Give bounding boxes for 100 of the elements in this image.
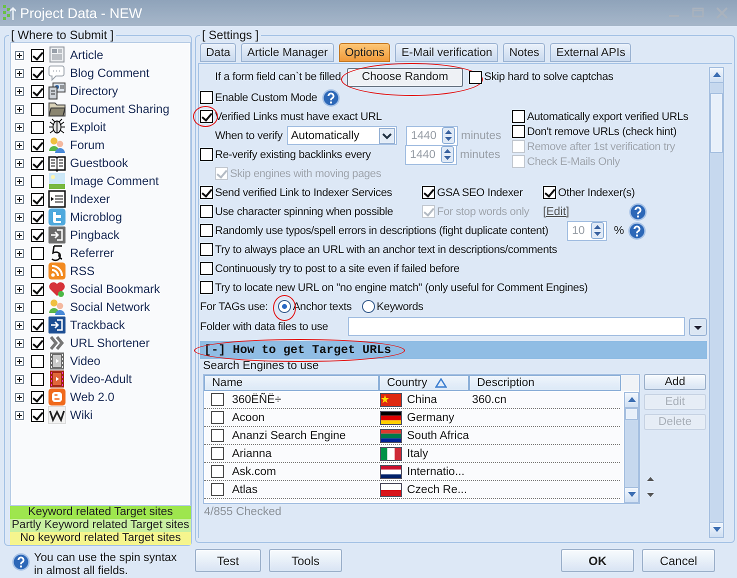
checkbox[interactable] — [200, 148, 213, 161]
tree-item[interactable]: Image Comment — [70, 174, 159, 188]
tree-item[interactable]: Referrer — [70, 246, 114, 260]
tree-item[interactable]: Video-Adult — [70, 372, 132, 386]
expand-icon[interactable] — [15, 410, 24, 420]
checkbox[interactable] — [31, 210, 44, 224]
checkbox[interactable] — [200, 110, 213, 123]
expand-icon[interactable] — [15, 230, 24, 240]
checkbox-label[interactable]: Re-verify existing backlinks every — [215, 148, 371, 160]
checkbox[interactable] — [422, 186, 435, 199]
radio-button[interactable] — [362, 300, 375, 313]
expand-icon[interactable] — [15, 104, 24, 114]
checkbox[interactable] — [31, 246, 44, 260]
expand-icon[interactable] — [15, 266, 24, 276]
tree-item[interactable]: Article — [70, 48, 104, 62]
checkbox[interactable] — [31, 120, 44, 134]
tree-item[interactable]: Indexer — [70, 192, 110, 206]
checkbox-label[interactable]: Randomly use typos/spell errors in descriptions (fight duplicate content) — [215, 224, 548, 236]
scrollbar[interactable] — [709, 67, 724, 538]
checkbox[interactable] — [211, 393, 224, 406]
checkbox[interactable] — [31, 282, 44, 296]
dialog-button[interactable]: Cancel — [642, 549, 715, 572]
checkbox[interactable] — [31, 300, 44, 314]
checkbox[interactable] — [31, 318, 44, 332]
checkbox[interactable] — [31, 390, 44, 404]
checkbox[interactable] — [200, 262, 213, 275]
help-icon[interactable] — [629, 203, 647, 221]
checkbox[interactable] — [200, 243, 213, 256]
checkbox[interactable] — [31, 84, 44, 98]
tab[interactable]: Data — [200, 43, 236, 62]
dropdown-button[interactable] — [689, 318, 707, 336]
checkbox-label[interactable]: Send verified Link to Indexer Services — [215, 186, 392, 198]
checkbox[interactable] — [211, 429, 224, 442]
expand-icon[interactable] — [15, 248, 24, 258]
expand-icon[interactable] — [15, 140, 24, 150]
checkbox-label[interactable]: Try to locate new URL on "no engine match" (only useful for Comment Engines) — [215, 282, 588, 294]
tree-item[interactable]: Forum — [70, 138, 105, 152]
tree-item[interactable]: Social Network — [70, 300, 150, 314]
tree-item[interactable]: Video — [70, 354, 100, 368]
tree-item[interactable]: RSS — [70, 264, 95, 278]
choose-button[interactable]: Choose Random — [346, 68, 464, 86]
tree-item[interactable]: Directory — [70, 84, 118, 98]
help-icon[interactable] — [628, 222, 646, 240]
tree-item[interactable]: Blog Comment — [70, 66, 150, 80]
checkbox-label[interactable]: Continuously try to post to a site even if failed before — [215, 262, 460, 274]
tree-item[interactable]: Social Bookmark — [70, 282, 160, 296]
checkbox[interactable] — [31, 408, 44, 422]
tree-item[interactable]: Trackback — [70, 318, 125, 332]
help-icon[interactable] — [322, 89, 340, 107]
checkbox-label[interactable]: Other Indexer(s) — [558, 186, 635, 198]
checkbox[interactable] — [31, 264, 44, 278]
checkbox[interactable] — [31, 372, 44, 386]
checkbox[interactable] — [512, 110, 525, 123]
checkbox[interactable] — [31, 354, 44, 368]
checkbox[interactable] — [200, 91, 213, 104]
checkbox-label[interactable]: Skip hard to solve captchas — [484, 71, 614, 83]
column-header[interactable]: Country — [379, 375, 469, 391]
table-button[interactable]: Add — [644, 374, 706, 390]
expand-icon[interactable] — [15, 212, 24, 222]
tree-item[interactable]: Guestbook — [70, 156, 128, 170]
expand-icon[interactable] — [15, 320, 24, 330]
checkbox[interactable] — [200, 186, 213, 199]
expand-icon[interactable] — [15, 158, 24, 168]
checkbox-label[interactable]: Automatically export verified URLs — [527, 110, 688, 122]
expand-icon[interactable] — [15, 194, 24, 204]
checkbox[interactable] — [31, 192, 44, 206]
dialog-button[interactable]: Test — [195, 549, 261, 572]
dialog-button[interactable]: Tools — [269, 549, 342, 572]
tab[interactable]: Options — [338, 43, 390, 62]
expand-icon[interactable] — [15, 176, 24, 186]
move-down-icon[interactable] — [646, 492, 655, 498]
expand-icon[interactable] — [15, 374, 24, 384]
expand-icon[interactable] — [15, 392, 24, 402]
checkbox[interactable] — [200, 205, 213, 218]
tab[interactable]: Article Manager — [241, 43, 334, 62]
checkbox-label[interactable]: Don't remove URLs (check hint) — [527, 126, 677, 138]
expand-icon[interactable] — [15, 122, 24, 132]
expand-icon[interactable] — [15, 50, 24, 60]
checkbox[interactable] — [200, 224, 213, 237]
checkbox[interactable] — [211, 465, 224, 478]
checkbox-label[interactable]: Enable Custom Mode — [215, 92, 318, 104]
expand-icon[interactable] — [15, 338, 24, 348]
checkbox[interactable] — [512, 125, 525, 138]
checkbox[interactable] — [543, 186, 556, 199]
move-up-icon[interactable] — [646, 476, 655, 482]
checkbox[interactable] — [31, 336, 44, 350]
checkbox[interactable] — [211, 411, 224, 424]
folder-field[interactable] — [348, 317, 685, 336]
tree-item[interactable]: Pingback — [70, 228, 120, 242]
tab[interactable]: External APIs — [550, 43, 632, 62]
edit-link[interactable]: [Edit] — [543, 206, 629, 218]
tree-item[interactable]: Microblog — [70, 210, 122, 224]
checkbox[interactable] — [31, 228, 44, 242]
tree-item[interactable]: Web 2.0 — [70, 390, 114, 404]
checkbox[interactable] — [31, 138, 44, 152]
scrollbar[interactable] — [624, 392, 639, 503]
tree-item[interactable]: Exploit — [70, 120, 106, 134]
checkbox[interactable] — [200, 281, 213, 294]
expand-icon[interactable] — [15, 302, 24, 312]
checkbox-label[interactable]: GSA SEO Indexer — [437, 186, 523, 198]
